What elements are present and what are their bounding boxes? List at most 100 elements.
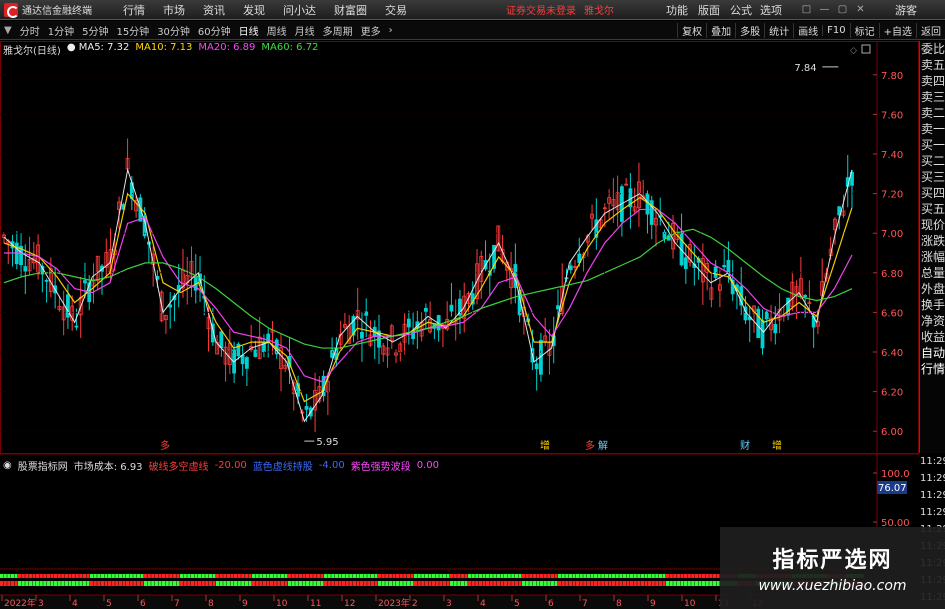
signal-strip-top — [241, 574, 245, 578]
signal-strip-top — [709, 574, 713, 578]
event-mark: 增 — [540, 439, 550, 452]
signal-strip-bottom — [115, 581, 119, 586]
guest-user[interactable]: 游客 — [895, 2, 917, 18]
price-tick-label: 6.80 — [881, 269, 903, 280]
chart-annotations: 7.84 5.95 ◇ — [304, 44, 871, 448]
tool-add-watchlist[interactable]: +自选 — [878, 23, 916, 38]
period-60min[interactable]: 60分钟 — [194, 23, 235, 38]
low-price-label: 5.95 — [316, 437, 338, 448]
minimize-window-icon[interactable]: — — [818, 3, 831, 16]
menu-ask[interactable]: 问小达 — [274, 2, 325, 18]
restore-icon[interactable]: □ — [800, 3, 813, 16]
signal-strip-bottom — [241, 581, 245, 586]
menu-quotes[interactable]: 行情 — [114, 2, 154, 18]
login-status: 证券交易未登录 — [506, 6, 576, 17]
signal-strip-top — [90, 574, 94, 578]
menu-formula[interactable]: 公式 — [730, 2, 752, 18]
period-5min[interactable]: 5分钟 — [78, 23, 112, 38]
menu-layout[interactable]: 版面 — [698, 2, 720, 18]
signal-strip-top — [136, 574, 140, 578]
tool-adjust[interactable]: 复权 — [677, 23, 706, 38]
close-icon[interactable]: ✕ — [854, 3, 867, 16]
indicator-settings-icon[interactable]: ◉ — [3, 460, 12, 471]
candle-body — [168, 304, 173, 308]
menu-market[interactable]: 市场 — [154, 2, 194, 18]
signal-strip-bottom — [414, 581, 418, 586]
side-label-1: 卖五 — [921, 58, 945, 72]
signal-strip-bottom — [392, 581, 396, 586]
period-intraday[interactable]: 分时 — [16, 23, 44, 38]
indicator-line2-label: 蓝色虚线持股 — [252, 462, 313, 473]
maximize-icon[interactable]: ▢ — [836, 3, 849, 16]
period-monthly[interactable]: 月线 — [291, 23, 319, 38]
candle-body — [360, 331, 364, 339]
signal-strip-bottom — [680, 581, 684, 586]
signal-strip-top — [666, 574, 670, 578]
signal-strip-top — [205, 574, 209, 578]
signal-strip-top — [626, 574, 630, 578]
signal-strip-bottom — [64, 581, 68, 586]
signal-strip-bottom — [590, 581, 594, 586]
period-30min[interactable]: 30分钟 — [153, 23, 194, 38]
tool-stats[interactable]: 统计 — [764, 23, 793, 38]
signal-strip-bottom — [237, 581, 241, 586]
signal-strip-top — [669, 574, 673, 578]
signal-strip-bottom — [25, 581, 29, 586]
period-15min[interactable]: 15分钟 — [112, 23, 153, 38]
signal-strip-top — [374, 574, 378, 578]
period-multi[interactable]: 多周期 — [319, 23, 357, 38]
menu-news[interactable]: 资讯 — [194, 2, 234, 18]
signal-strip-bottom — [334, 581, 338, 586]
period-more[interactable]: 更多 — [357, 23, 385, 38]
tool-mark[interactable]: 标记 — [849, 23, 879, 38]
signal-strip-top — [525, 574, 529, 578]
signal-strip-top — [309, 574, 313, 578]
signal-strip-bottom — [356, 581, 360, 586]
signal-strip-top — [54, 574, 58, 578]
tool-f10[interactable]: F10 — [822, 25, 849, 36]
price-tick-label: 6.60 — [881, 308, 903, 319]
kline-chart[interactable]: 7.80 7.60 7.40 7.20 7.00 6.80 6.60 6.40 6.20 6.00… — [0, 41, 919, 609]
signal-strip-top — [122, 574, 126, 578]
menu-discover[interactable]: 发现 — [234, 2, 274, 18]
signal-strip-bottom — [133, 581, 137, 586]
signal-strip-bottom — [370, 581, 374, 586]
candle-body — [74, 325, 79, 328]
menu-function[interactable]: 功能 — [666, 2, 688, 18]
quote-side-panel: 委比 卖五 卖四 卖三 卖二 卖一 买一 买二 买三 买四 买五 现价 涨跌 涨幅 总量 外盘 换手 净资 收益 自动… — [919, 41, 945, 453]
period-toolbar: ▼ 分时 1分钟 5分钟 15分钟 30分钟 60分钟 日线 周线 月线 多周期… — [0, 21, 945, 40]
period-daily[interactable]: 日线 — [235, 23, 263, 38]
signal-strip-bottom — [169, 581, 173, 586]
period-1min[interactable]: 1分钟 — [44, 23, 78, 38]
signal-strip-top — [511, 574, 515, 578]
tool-overlay[interactable]: 叠加 — [706, 23, 735, 38]
signal-strip-top — [324, 574, 328, 578]
signal-strip-top — [338, 574, 342, 578]
signal-strip-bottom — [129, 581, 133, 586]
tool-draw[interactable]: 画线 — [793, 23, 822, 38]
period-weekly[interactable]: 周线 — [263, 23, 291, 38]
signal-strip-top — [7, 574, 11, 578]
signal-strip-top — [97, 574, 101, 578]
signal-strip-top — [594, 574, 598, 578]
signal-strip-bottom — [396, 581, 400, 586]
menu-trade[interactable]: 交易 — [376, 2, 416, 18]
signal-strip-top — [201, 574, 205, 578]
signal-strip-bottom — [176, 581, 180, 586]
ma-line-ma10 — [3, 192, 853, 403]
signal-strip-top — [554, 574, 558, 578]
menu-wealth[interactable]: 财富圈 — [325, 2, 376, 18]
signal-strip-bottom — [471, 581, 475, 586]
indicator-name[interactable]: 股票指标网 — [18, 458, 68, 473]
chevron-right-icon[interactable]: › — [385, 25, 397, 36]
signal-strip-top — [252, 574, 256, 578]
tool-back[interactable]: 返回 — [916, 23, 945, 38]
signal-strip-bottom — [180, 581, 184, 586]
price-axis: 7.80 7.60 7.40 7.20 7.00 6.80 6.60 6.40 6.20 6.00 — [0, 71, 903, 438]
signal-strip-bottom — [644, 581, 648, 586]
chevron-down-icon[interactable]: ▼ — [0, 25, 16, 36]
signal-strip-bottom — [712, 581, 716, 586]
tool-multi-stock[interactable]: 多股 — [735, 23, 764, 38]
menu-options[interactable]: 选项 — [760, 2, 782, 18]
signal-strip-top — [25, 574, 29, 578]
